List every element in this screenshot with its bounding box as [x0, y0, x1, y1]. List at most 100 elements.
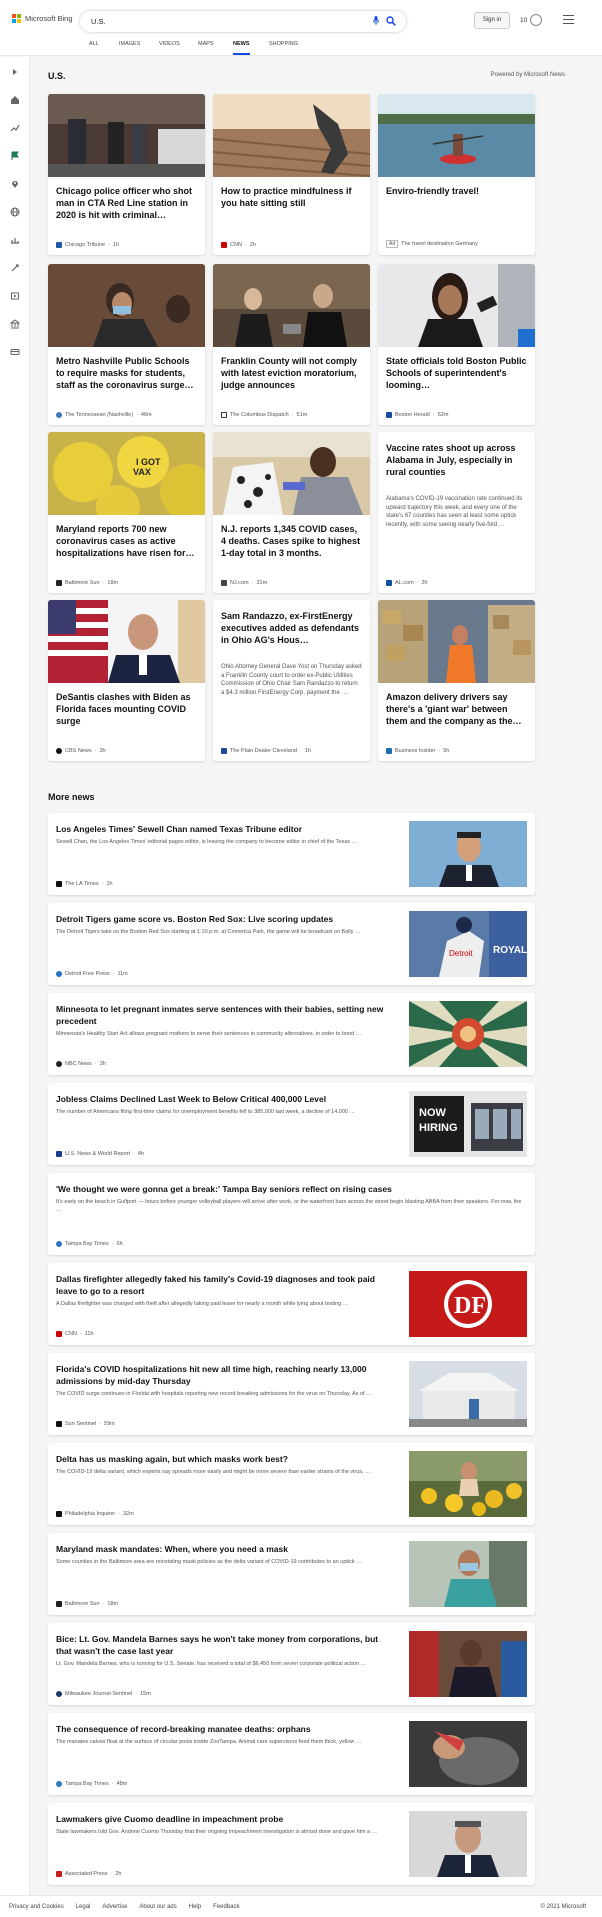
news-card[interactable]: Franklin County will not comply with lat… [213, 264, 370, 425]
headline[interactable]: Minnesota to let pregnant inmates serve … [56, 1003, 386, 1027]
news-card[interactable]: Vaccine rates shoot up across Alabama in… [378, 432, 535, 593]
tab-shopping[interactable]: SHOPPING [269, 41, 298, 55]
headline[interactable]: Chicago police officer who shot man in C… [56, 185, 197, 221]
home-icon[interactable] [10, 95, 20, 105]
headline[interactable]: Detroit Tigers game score vs. Boston Red… [56, 913, 386, 925]
separator: · [251, 580, 254, 586]
business-icon[interactable] [10, 235, 20, 245]
source-name: Baltimore Sun [65, 580, 100, 586]
headline[interactable]: Amazon delivery drivers say there's a 'g… [386, 691, 527, 727]
technology-icon[interactable] [10, 263, 20, 273]
headline[interactable]: Metro Nashville Public Schools to requir… [56, 355, 197, 391]
news-row[interactable]: The consequence of record-breaking manat… [48, 1713, 535, 1795]
news-card[interactable]: Chicago police officer who shot man in C… [48, 94, 205, 255]
news-card[interactable]: Sam Randazzo, ex-FirstEnergy executives … [213, 600, 370, 761]
footer-link-about-ads[interactable]: About our ads [139, 1904, 176, 1910]
news-card[interactable]: Amazon delivery drivers say there's a 'g… [378, 600, 535, 761]
tab-videos[interactable]: VIDEOS [159, 41, 180, 55]
headline[interactable]: Florida's COVID hospitalizations hit new… [56, 1363, 386, 1387]
source-name: Tampa Bay Times [65, 1781, 109, 1787]
timestamp: 2h [421, 580, 428, 586]
entertainment-icon[interactable] [10, 291, 20, 301]
timestamp: 32m [123, 1511, 134, 1517]
powered-by-label: Powered by Microsoft News [490, 72, 565, 78]
footer-link-feedback[interactable]: Feedback [213, 1904, 239, 1910]
location-icon[interactable] [10, 179, 20, 189]
ad-card[interactable]: Enviro-friendly travel! Ad The travel des… [378, 94, 535, 255]
news-card[interactable]: DeSantis clashes with Biden as Florida f… [48, 600, 205, 761]
news-row[interactable]: Minnesota to let pregnant inmates serve … [48, 993, 535, 1075]
news-card[interactable]: State officials told Boston Public Schoo… [378, 264, 535, 425]
source-name: Milwaukee Journal-Sentinel [65, 1691, 133, 1697]
news-row[interactable]: Dallas firefighter allegedly faked his f… [48, 1263, 535, 1345]
headline[interactable]: Jobless Claims Declined Last Week to Bel… [56, 1093, 386, 1105]
source: Boston Herald · 52m [386, 412, 448, 418]
headline[interactable]: 'We thought we were gonna get a break:' … [56, 1183, 526, 1195]
news-row[interactable]: Maryland mask mandates: When, where you … [48, 1533, 535, 1615]
search-box[interactable]: U.S. [80, 11, 406, 32]
search-input[interactable]: U.S. [91, 17, 106, 26]
news-row[interactable]: Jobless Claims Declined Last Week to Bel… [48, 1083, 535, 1165]
source-name: Tampa Bay Times [65, 1241, 109, 1247]
snippet: It's early on the beach in Gulfport — ho… [56, 1199, 522, 1213]
tab-images[interactable]: IMAGES [119, 41, 140, 55]
headline[interactable]: Lawmakers give Cuomo deadline in impeach… [56, 1813, 386, 1825]
footer-link-legal[interactable]: Legal [76, 1904, 91, 1910]
headline[interactable]: Dallas firefighter allegedly faked his f… [56, 1273, 386, 1297]
search-icon[interactable] [386, 16, 396, 26]
headline[interactable]: Maryland reports 700 new coronavirus cas… [56, 523, 197, 559]
microphone-icon[interactable] [373, 16, 379, 25]
news-card[interactable]: Metro Nashville Public Schools to requir… [48, 264, 205, 425]
expand-icon[interactable] [10, 67, 20, 77]
headline[interactable]: N.J. reports 1,345 COVID cases, 4 deaths… [221, 523, 362, 559]
news-image [213, 94, 370, 177]
headline[interactable]: State officials told Boston Public Schoo… [386, 355, 527, 391]
news-row[interactable]: 'We thought we were gonna get a break:' … [48, 1173, 535, 1255]
sports-icon[interactable] [10, 347, 20, 357]
headline[interactable]: Delta has us masking again, but which ma… [56, 1453, 386, 1465]
trending-icon[interactable] [10, 123, 20, 133]
news-card[interactable]: How to practice mindfulness if you hate … [213, 94, 370, 255]
timestamp: 4h [137, 1151, 144, 1157]
news-row[interactable]: Delta has us masking again, but which ma… [48, 1443, 535, 1525]
headline[interactable]: Vaccine rates shoot up across Alabama in… [386, 442, 527, 478]
headline[interactable]: Los Angeles Times' Sewell Chan named Tex… [56, 823, 386, 835]
tab-news[interactable]: NEWS [233, 41, 250, 55]
headline[interactable]: The consequence of record-breaking manat… [56, 1723, 386, 1735]
rewards-button[interactable]: 10 [520, 14, 543, 26]
tab-all[interactable]: ALL [89, 41, 99, 55]
news-row[interactable]: Florida's COVID hospitalizations hit new… [48, 1353, 535, 1435]
source: NBC News · 2h [56, 1061, 106, 1067]
news-row[interactable]: Detroit Tigers game score vs. Boston Red… [48, 903, 535, 985]
headline[interactable]: How to practice mindfulness if you hate … [221, 185, 362, 209]
headline[interactable]: Franklin County will not comply with lat… [221, 355, 362, 391]
footer-link-privacy[interactable]: Privacy and Cookies [9, 1904, 64, 1910]
news-thumbnail [409, 1361, 527, 1427]
globe-icon[interactable] [10, 207, 20, 217]
publisher-logo-icon [221, 412, 227, 418]
copyright: © 2021 Microsoft [540, 1904, 586, 1910]
headline[interactable]: Maryland mask mandates: When, where you … [56, 1543, 386, 1555]
news-row[interactable]: Bice: Lt. Gov. Mandela Barnes says he wo… [48, 1623, 535, 1705]
menu-icon[interactable] [563, 15, 574, 24]
headline[interactable]: Sam Randazzo, ex-FirstEnergy executives … [221, 610, 362, 646]
tab-maps[interactable]: MAPS [198, 41, 214, 55]
headline[interactable]: DeSantis clashes with Biden as Florida f… [56, 691, 197, 727]
timestamp: 11h [84, 1331, 94, 1337]
headline[interactable]: Enviro-friendly travel! [386, 185, 527, 197]
news-row[interactable]: Lawmakers give Cuomo deadline in impeach… [48, 1803, 535, 1885]
snippet: The Detroit Tigers take on the Boston Re… [56, 929, 361, 935]
news-row[interactable]: Los Angeles Times' Sewell Chan named Tex… [48, 813, 535, 895]
headline[interactable]: Bice: Lt. Gov. Mandela Barnes says he wo… [56, 1633, 386, 1657]
footer-link-advertise[interactable]: Advertise [102, 1904, 127, 1910]
timestamp: 59m [104, 1421, 115, 1427]
source-name: Chicago Tribune [65, 242, 106, 248]
flag-icon[interactable] [10, 151, 20, 161]
politics-icon[interactable] [10, 319, 20, 329]
sign-in-button[interactable]: Sign in [474, 12, 510, 29]
news-card[interactable]: N.J. reports 1,345 COVID cases, 4 deaths… [213, 432, 370, 593]
publisher-logo-icon [221, 242, 227, 248]
bing-logo[interactable]: Microsoft Bing [12, 14, 73, 23]
footer-link-help[interactable]: Help [189, 1904, 201, 1910]
news-card[interactable]: I GOT VAX Maryland reports 700 new corona… [48, 432, 205, 593]
